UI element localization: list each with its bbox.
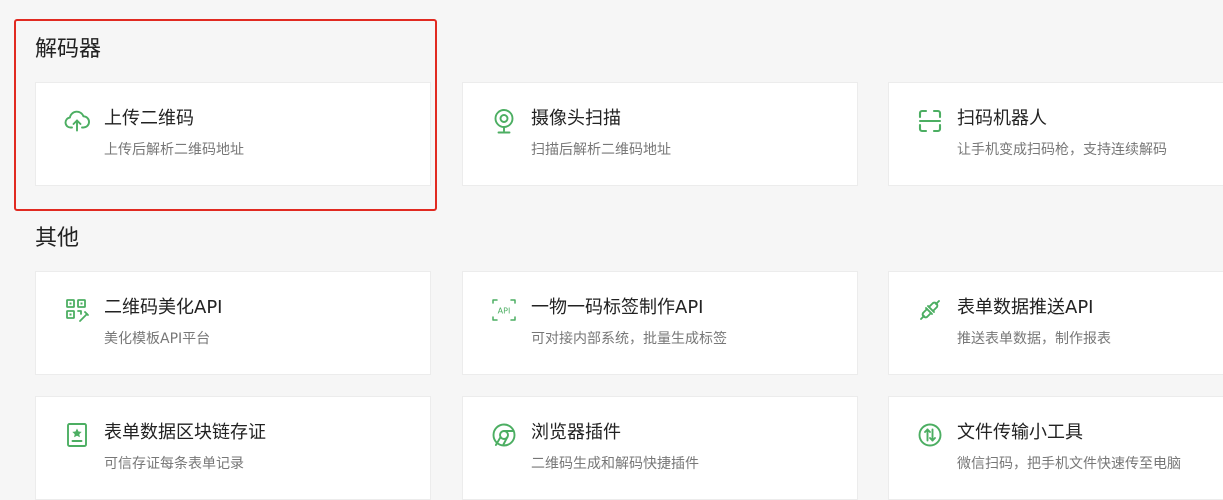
qr-brush-icon [63, 296, 91, 324]
svg-text:API: API [498, 307, 511, 316]
card-blockchain-cert[interactable]: 表单数据区块链存证 可信存证每条表单记录 [35, 396, 431, 500]
card-title: 表单数据推送API [957, 297, 1094, 318]
card-desc: 让手机变成扫码枪，支持连续解码 [957, 142, 1167, 158]
card-title: 扫码机器人 [957, 108, 1047, 129]
card-title: 一物一码标签制作API [531, 297, 704, 318]
scan-frame-icon [916, 107, 944, 135]
card-desc: 美化模板API平台 [104, 331, 211, 347]
card-desc: 推送表单数据，制作报表 [957, 331, 1111, 347]
section-title-other: 其他 [35, 226, 80, 251]
certificate-star-icon [63, 421, 91, 449]
card-desc: 可信存证每条表单记录 [104, 456, 244, 472]
card-desc: 微信扫码，把手机文件快速传至电脑 [957, 456, 1181, 472]
plug-connect-icon [916, 296, 944, 324]
card-title: 上传二维码 [104, 108, 194, 129]
card-form-push-api[interactable]: 表单数据推送API 推送表单数据，制作报表 [888, 271, 1223, 375]
card-title: 文件传输小工具 [957, 422, 1083, 443]
card-scan-robot[interactable]: 扫码机器人 让手机变成扫码枪，支持连续解码 [888, 82, 1223, 186]
card-upload-qr[interactable]: 上传二维码 上传后解析二维码地址 [35, 82, 431, 186]
card-tag-api[interactable]: API 一物一码标签制作API 可对接内部系统，批量生成标签 [462, 271, 858, 375]
cloud-upload-icon [63, 107, 91, 135]
card-browser-plugin[interactable]: 浏览器插件 二维码生成和解码快捷插件 [462, 396, 858, 500]
card-title: 表单数据区块链存证 [104, 422, 266, 443]
browser-icon [490, 421, 518, 449]
webcam-icon [490, 107, 518, 135]
card-desc: 上传后解析二维码地址 [104, 142, 244, 158]
card-title: 二维码美化API [104, 297, 223, 318]
card-desc: 可对接内部系统，批量生成标签 [531, 331, 727, 347]
card-desc: 扫描后解析二维码地址 [531, 142, 671, 158]
card-camera-scan[interactable]: 摄像头扫描 扫描后解析二维码地址 [462, 82, 858, 186]
card-qr-beautify-api[interactable]: 二维码美化API 美化模板API平台 [35, 271, 431, 375]
card-file-transfer[interactable]: 文件传输小工具 微信扫码，把手机文件快速传至电脑 [888, 396, 1223, 500]
section-title-decoder: 解码器 [35, 37, 102, 62]
transfer-arrows-icon [916, 421, 944, 449]
api-tag-icon: API [490, 296, 518, 324]
card-title: 摄像头扫描 [531, 108, 621, 129]
card-title: 浏览器插件 [531, 422, 621, 443]
card-desc: 二维码生成和解码快捷插件 [531, 456, 699, 472]
